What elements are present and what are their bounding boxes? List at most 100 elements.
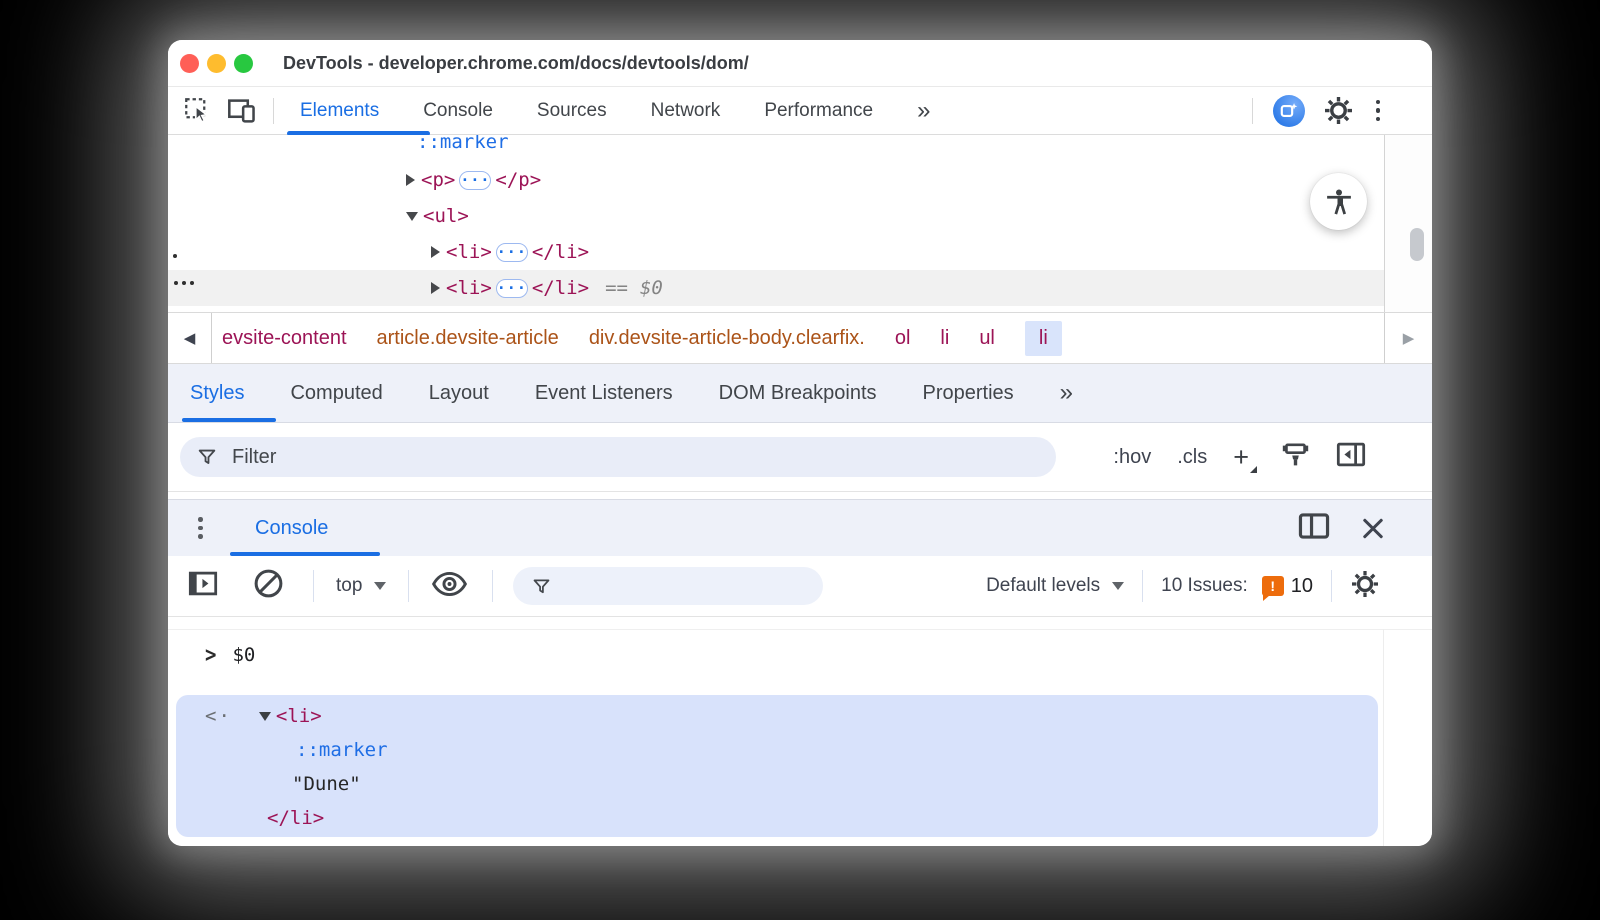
- traffic-lights: [180, 54, 253, 73]
- issues-label[interactable]: 10 Issues:: [1161, 575, 1248, 597]
- tab-computed[interactable]: Computed: [290, 382, 382, 405]
- collapsed-children-button[interactable]: ···: [496, 243, 528, 262]
- selected-styles-tab-underline: [182, 418, 276, 422]
- collapsed-children-button[interactable]: ···: [459, 171, 491, 190]
- crumb-devsite-content[interactable]: evsite-content: [222, 327, 347, 350]
- ai-assistant-button[interactable]: [1273, 95, 1305, 127]
- crumb-li[interactable]: li: [940, 327, 949, 350]
- console-header-controls: [1298, 512, 1386, 545]
- toggle-sidebar-button[interactable]: [1336, 441, 1366, 474]
- new-style-rule-button[interactable]: +: [1233, 444, 1255, 471]
- console-messages: > $0 <· <li> ::marker "Dune" </li>: [168, 629, 1432, 846]
- tag-open: <li>: [446, 277, 492, 299]
- minimize-window-button[interactable]: [207, 54, 226, 73]
- rendering-emulations-button[interactable]: [1281, 440, 1310, 475]
- drawer-gap: [168, 492, 1432, 499]
- filter-funnel-icon: [531, 576, 552, 597]
- breadcrumb-back-button[interactable]: ◀: [168, 313, 212, 363]
- settings-button[interactable]: [1325, 97, 1352, 124]
- crumb-article-body[interactable]: div.devsite-article-body.clearfix.: [589, 327, 865, 350]
- console-toolbar-divider: [408, 570, 409, 602]
- dom-row-ul[interactable]: <ul>: [168, 198, 1384, 234]
- collapsed-children-button[interactable]: ···: [496, 279, 528, 298]
- more-style-tabs-button[interactable]: »: [1060, 379, 1071, 407]
- breadcrumb: evsite-content article.devsite-article d…: [222, 321, 1062, 356]
- equals-sign: ==: [605, 277, 628, 299]
- tab-layout[interactable]: Layout: [429, 382, 489, 405]
- console-toolbar-right: Default levels 10 Issues: ! 10: [986, 570, 1378, 602]
- console-filter-input[interactable]: [564, 576, 794, 597]
- back-arrow-icon: ◀: [184, 329, 196, 347]
- console-filter-field[interactable]: [513, 567, 823, 605]
- styles-filter-field[interactable]: [180, 437, 1056, 477]
- crumb-ul[interactable]: ul: [979, 327, 995, 350]
- inspect-element-button[interactable]: [184, 97, 211, 124]
- breadcrumb-bar: ◀ evsite-content article.devsite-article…: [168, 312, 1432, 364]
- return-value-icon: <·: [205, 705, 232, 727]
- collapse-arrow-icon[interactable]: [259, 712, 271, 721]
- ai-assistant-icon: [1280, 102, 1298, 120]
- more-tabs-button[interactable]: »: [917, 97, 928, 125]
- filter-funnel-icon: [196, 446, 218, 468]
- close-window-button[interactable]: [180, 54, 199, 73]
- pseudo-element-label: ::marker: [296, 739, 388, 761]
- console-result-highlighted[interactable]: <· <li> ::marker "Dune" </li>: [176, 695, 1378, 837]
- paint-brush-icon: [1281, 440, 1310, 469]
- clear-console-button[interactable]: [252, 567, 285, 605]
- tag-close: </li>: [267, 807, 324, 829]
- expand-arrow-icon[interactable]: [431, 282, 440, 294]
- split-panel-button[interactable]: [1298, 512, 1330, 545]
- pseudo-state-button[interactable]: :hov: [1113, 446, 1151, 469]
- console-settings-button[interactable]: [1352, 571, 1378, 602]
- console-drawer-tab[interactable]: Console: [255, 517, 328, 540]
- tab-sources[interactable]: Sources: [537, 100, 607, 122]
- tab-network[interactable]: Network: [651, 100, 721, 122]
- tab-event-listeners[interactable]: Event Listeners: [535, 382, 673, 405]
- expand-arrow-icon[interactable]: [431, 246, 440, 258]
- dollar-zero-label: $0: [640, 277, 663, 299]
- tab-styles[interactable]: Styles: [190, 382, 244, 405]
- crumb-article[interactable]: article.devsite-article: [377, 327, 559, 350]
- console-toolbar-divider: [1331, 570, 1332, 602]
- console-more-options-button[interactable]: [198, 517, 203, 539]
- tab-dom-breakpoints[interactable]: DOM Breakpoints: [719, 382, 877, 405]
- zoom-window-button[interactable]: [234, 54, 253, 73]
- javascript-context-selector[interactable]: top: [336, 575, 362, 597]
- devtools-toolbar: Elements Console Sources Network Perform…: [168, 87, 1432, 135]
- dom-row-li-2-selected[interactable]: <li> ··· </li> == $0: [168, 270, 1384, 306]
- device-toolbar-button[interactable]: [227, 98, 257, 124]
- elements-scrollbar-thumb[interactable]: [1410, 228, 1424, 261]
- show-console-sidebar-button[interactable]: [188, 570, 218, 602]
- close-drawer-button[interactable]: [1360, 515, 1386, 541]
- more-options-button[interactable]: [1376, 100, 1381, 122]
- accessibility-person-icon: [1324, 187, 1354, 217]
- title-bar: DevTools - developer.chrome.com/docs/dev…: [168, 40, 1432, 87]
- issues-badge-icon[interactable]: !: [1262, 576, 1284, 596]
- tag-open: <ul>: [423, 205, 469, 227]
- log-levels-selector[interactable]: Default levels: [986, 575, 1100, 597]
- result-line-open[interactable]: <· <li>: [176, 699, 1378, 733]
- collapse-arrow-icon[interactable]: [406, 212, 418, 221]
- accessibility-floating-button[interactable]: [1310, 173, 1367, 230]
- dom-row-marker-clipped[interactable]: ::marker: [168, 135, 1384, 160]
- create-live-expression-button[interactable]: [431, 569, 468, 604]
- crumb-ol[interactable]: ol: [895, 327, 911, 350]
- split-panel-icon: [1298, 512, 1330, 540]
- tag-close: </li>: [532, 277, 589, 299]
- crumb-li-selected[interactable]: li: [1025, 321, 1062, 356]
- dom-row-p[interactable]: <p> ··· </p>: [168, 162, 1384, 198]
- elements-scrollbar-track[interactable]: [1384, 135, 1432, 312]
- class-toggle-button[interactable]: .cls: [1177, 446, 1207, 469]
- styles-filter-input[interactable]: [232, 446, 963, 469]
- console-command-text: $0: [232, 644, 255, 666]
- dom-row-li-1[interactable]: <li> ··· </li>: [168, 234, 1384, 270]
- expand-arrow-icon[interactable]: [406, 174, 415, 186]
- tab-console[interactable]: Console: [423, 100, 493, 122]
- gutter-dot: [173, 254, 177, 258]
- breadcrumb-forward-button[interactable]: ▶: [1384, 313, 1432, 363]
- tab-properties[interactable]: Properties: [923, 382, 1014, 405]
- console-scrollbar-track[interactable]: [1383, 629, 1384, 846]
- tab-performance[interactable]: Performance: [764, 100, 873, 122]
- issues-count: 10: [1291, 575, 1313, 598]
- tab-elements[interactable]: Elements: [300, 100, 379, 122]
